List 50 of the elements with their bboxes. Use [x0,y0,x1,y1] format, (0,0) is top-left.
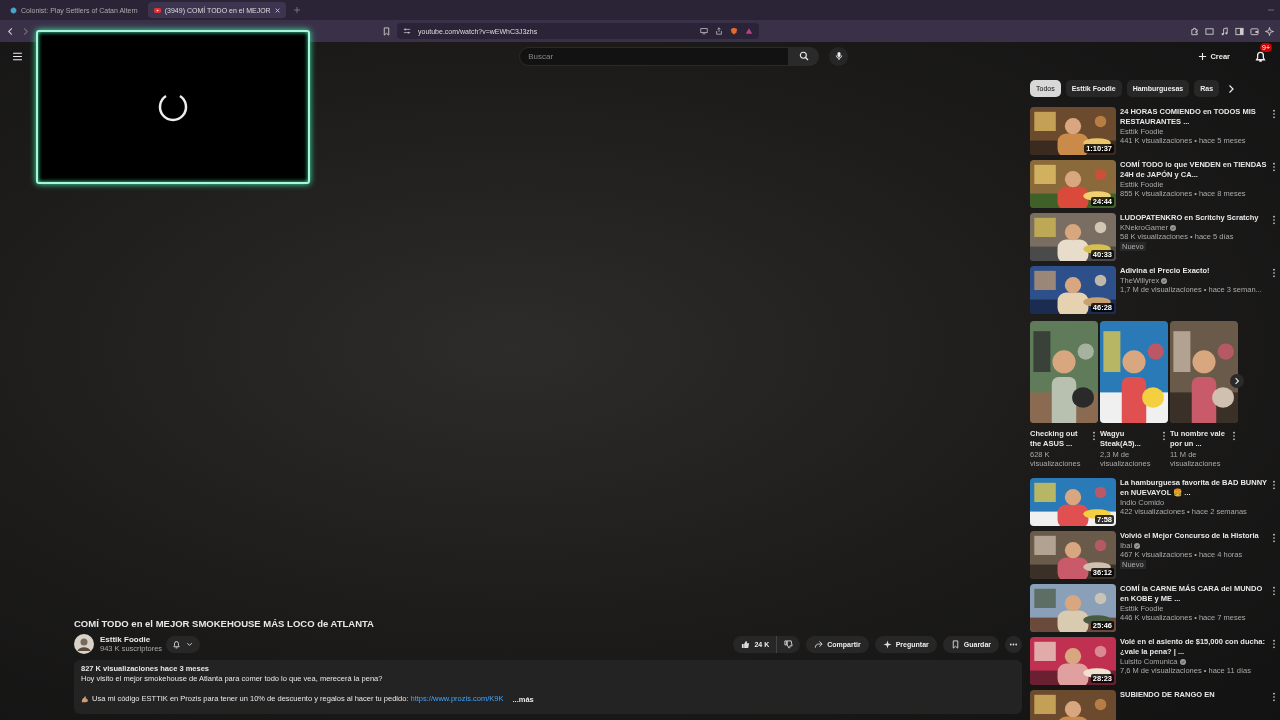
video-title: COMÍ TODO en el MEJOR SMOKEHOUSE MÁS LOCO de ATLANTA [74,618,375,631]
triangle-icon[interactable] [745,27,753,35]
puzzle-icon[interactable] [1190,26,1199,36]
close-icon[interactable] [274,7,280,13]
search-field[interactable]: Buscar [519,46,790,66]
wallet-icon[interactable] [1250,26,1259,36]
new-tab-icon[interactable] [293,7,300,13]
more-icon[interactable] [1272,480,1276,490]
description-box[interactable] [74,660,1022,714]
more-icon[interactable] [1272,109,1276,119]
play-icon [153,6,161,14]
search-icon [799,51,810,61]
more-icon[interactable] [1272,162,1276,172]
search-button[interactable] [789,46,820,66]
more-icon[interactable] [1272,586,1276,596]
share-arrow-icon [814,639,824,649]
more-icon[interactable] [1272,533,1276,543]
sidebar-icon[interactable] [1235,26,1244,36]
bookmark-icon[interactable] [382,26,391,36]
sliders-icon [403,27,411,35]
screen-icon[interactable] [700,27,708,35]
more-icon[interactable] [1092,431,1096,441]
window-icon[interactable] [1205,26,1214,36]
channel-name[interactable]: Esttik Foodie [100,635,160,644]
music-icon[interactable] [1220,26,1229,36]
hexagon-icon [10,6,17,14]
next-arrow-button[interactable] [1230,374,1244,388]
more-icon[interactable] [1162,431,1166,441]
bell-icon[interactable] [1254,50,1267,63]
more-icon[interactable] [1272,692,1276,702]
bookmark-icon [950,639,960,649]
more-icon[interactable] [1272,268,1276,278]
more-button[interactable] [1005,635,1022,653]
microphone-icon [833,51,844,61]
mini-player[interactable] [36,30,310,184]
more-icon[interactable] [1272,639,1276,649]
back-icon[interactable] [6,26,15,36]
menu-icon[interactable] [12,50,23,62]
avatar-icon[interactable] [74,634,94,654]
thumbs-up-icon [741,639,751,649]
sparkle-icon[interactable] [1265,26,1274,36]
subscription-bell-button[interactable] [166,635,200,653]
voice-search-button[interactable] [829,46,849,66]
more-icon[interactable] [1232,431,1236,441]
bell-icon [172,639,181,649]
plus-icon [1198,51,1208,61]
share-icon[interactable] [715,27,723,35]
more-icon[interactable] [1272,215,1276,225]
thumbs-down-icon [784,639,794,649]
sparkle-icon [882,639,892,649]
